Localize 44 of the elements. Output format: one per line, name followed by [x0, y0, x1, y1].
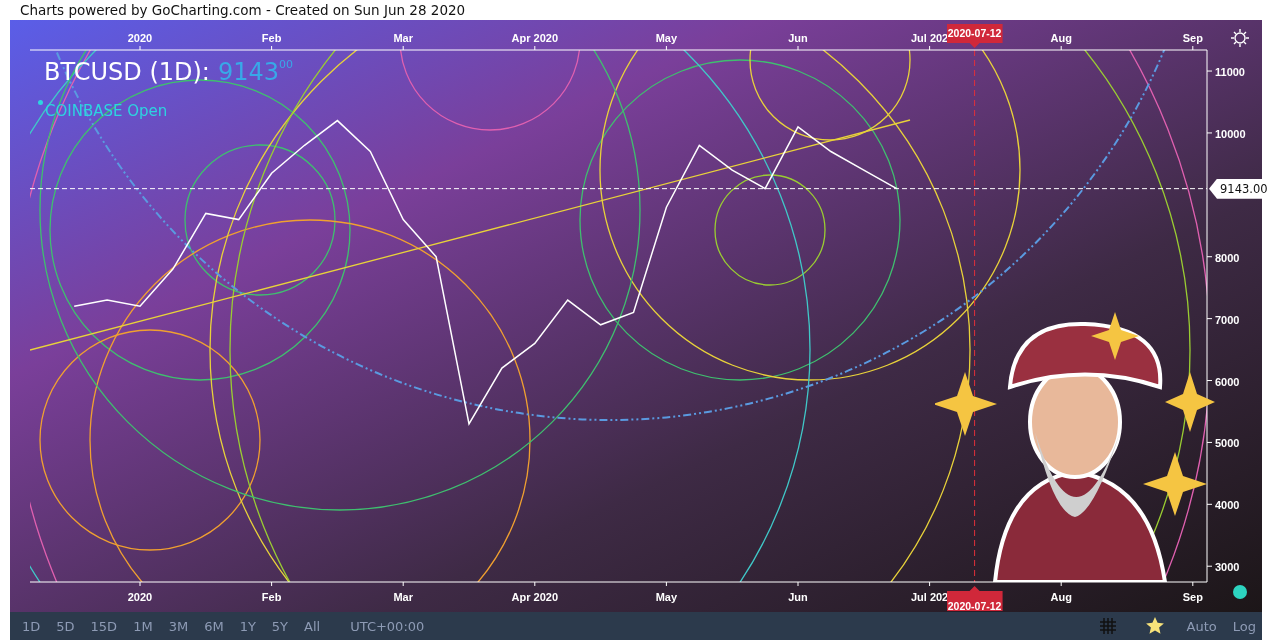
range-button[interactable]: 3M	[162, 618, 195, 634]
axis-label: Sep	[1182, 32, 1203, 44]
axis-label: 11000	[1215, 66, 1245, 79]
range-button[interactable]: 1D	[16, 618, 47, 634]
axis-label: Aug	[1050, 32, 1072, 44]
scale-button[interactable]: Auto	[1180, 618, 1223, 634]
range-button[interactable]: 6M	[198, 618, 230, 634]
axis-label: Feb	[261, 32, 282, 44]
settings-icon[interactable]	[1230, 28, 1250, 48]
axis-label: Aug	[1050, 591, 1072, 603]
status-dot	[38, 100, 43, 105]
axis-label: Mar	[393, 591, 413, 603]
price-value: 9143$^{00}$	[217, 58, 294, 86]
scale-button[interactable]: Log	[1226, 618, 1262, 634]
axis-label: Sep	[1182, 591, 1203, 603]
axis-label: Jul 202	[910, 591, 949, 603]
status-dot	[1233, 585, 1247, 599]
axis-label: Jun	[788, 32, 808, 44]
range-button[interactable]: 5D	[50, 618, 81, 634]
star-icon[interactable]	[1144, 616, 1165, 636]
axis-label: 2020	[127, 591, 153, 603]
axis-label: 2020	[127, 32, 153, 44]
axis-label: Apr 2020	[511, 32, 559, 44]
axis-label: 4000	[1215, 499, 1240, 512]
axis-label: May	[655, 32, 678, 44]
axis-label: 8000	[1215, 251, 1240, 264]
axis-label: 10000	[1215, 127, 1246, 140]
axis-label: Apr 2020	[511, 591, 559, 603]
axis-label: May	[655, 591, 678, 603]
axis-label: Jun	[788, 591, 808, 603]
axis-label: 6000	[1215, 375, 1240, 388]
range-button[interactable]: 15D	[84, 618, 124, 634]
range-button[interactable]: 5Y	[265, 618, 295, 634]
chart-caption: Charts powered by GoCharting.com - Created on Sun Jun 28 2020	[19, 1, 467, 20]
axis-label: Mar	[393, 32, 413, 44]
range-button[interactable]: All	[298, 618, 327, 634]
axis-label: Jul 202	[910, 32, 949, 44]
axis-label: Feb	[261, 591, 282, 603]
range-button[interactable]: 1Y	[233, 618, 262, 634]
axis-label: 7000	[1215, 313, 1240, 326]
axis-label: 3000	[1215, 561, 1240, 574]
timezone-label[interactable]: UTC+00:00	[350, 618, 425, 634]
axis-label: 5000	[1215, 437, 1240, 450]
range-button[interactable]: 1M	[127, 618, 159, 634]
